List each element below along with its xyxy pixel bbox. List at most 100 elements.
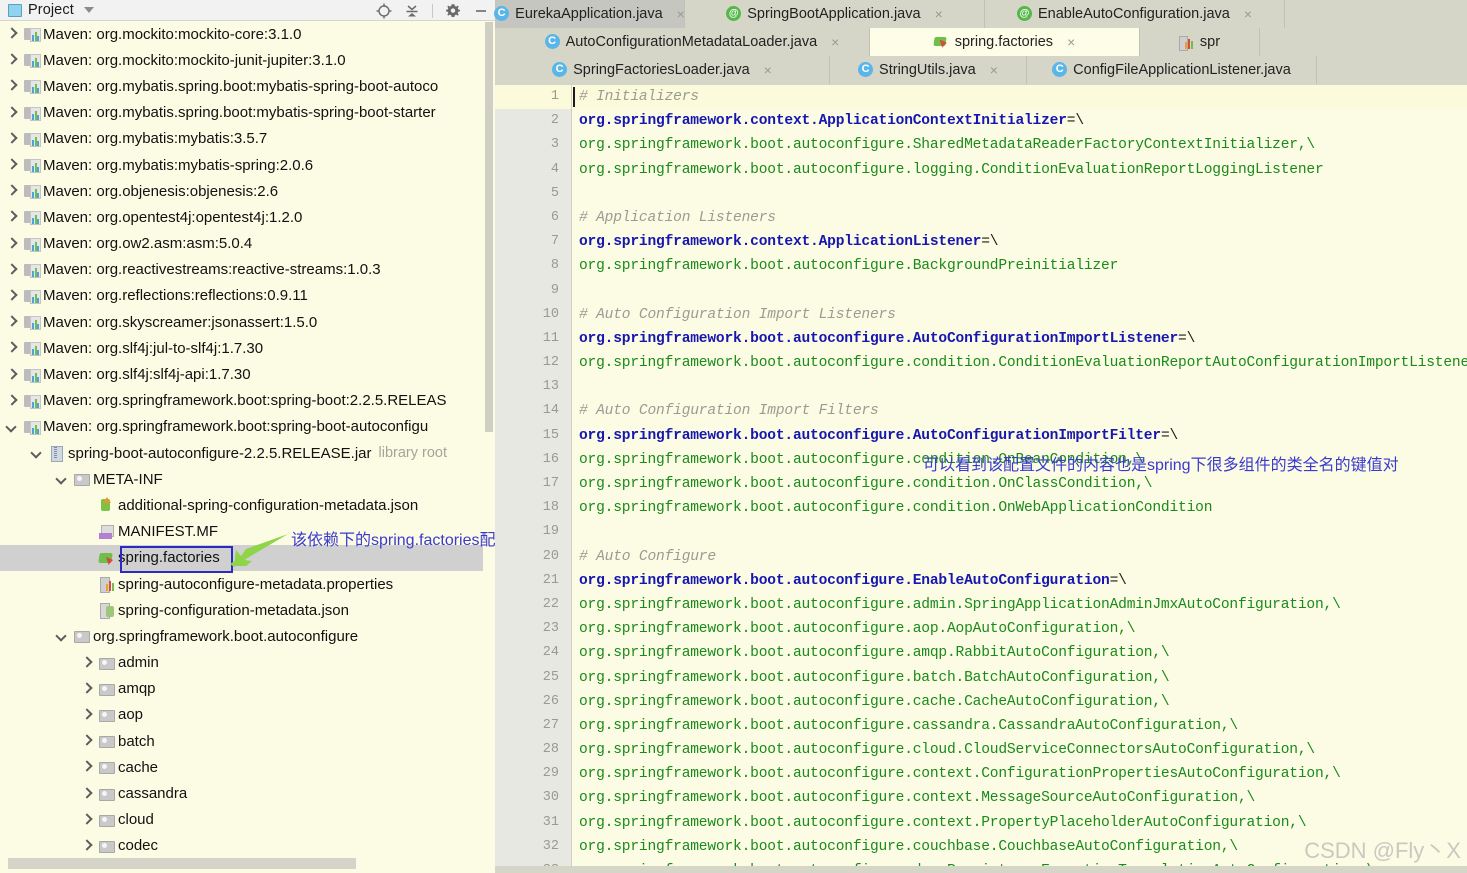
- code-line[interactable]: org.springframework.boot.autoconfigure.E…: [573, 569, 1467, 593]
- close-icon[interactable]: ×: [831, 34, 839, 50]
- tree-item[interactable]: Maven: org.slf4j:jul-to-slf4j:1.7.30: [0, 335, 483, 361]
- tree-item[interactable]: amqp: [0, 676, 483, 702]
- tree-item[interactable]: batch: [0, 728, 483, 754]
- tree-item[interactable]: Maven: org.mybatis:mybatis-spring:2.0.6: [0, 152, 483, 178]
- editor-tab[interactable]: ConfigFileApplicationListener.java: [1027, 56, 1317, 84]
- code-editor[interactable]: 1 2 3 4 5 6 7 8 9 10 11 12 13 14 15 16 17 18 19 20 21 22 23 24 2…: [495, 85, 1467, 873]
- tree-item[interactable]: additional-spring-configuration-metadata…: [0, 492, 483, 518]
- tree-item[interactable]: Maven: org.mybatis.spring.boot:mybatis-s…: [0, 100, 483, 126]
- tree-item[interactable]: Maven: org.ow2.asm:asm:5.0.4: [0, 231, 483, 257]
- code-line[interactable]: org.springframework.boot.autoconfigure.l…: [573, 158, 1467, 182]
- code-line[interactable]: org.springframework.boot.autoconfigure.c…: [573, 690, 1467, 714]
- close-icon[interactable]: ×: [1067, 34, 1075, 50]
- tree-item[interactable]: Maven: org.skyscreamer:jsonassert:1.5.0: [0, 309, 483, 335]
- code-line[interactable]: org.springframework.boot.autoconfigure.a…: [573, 593, 1467, 617]
- tree-item[interactable]: Maven: org.mybatis:mybatis:3.5.7: [0, 126, 483, 152]
- tree-item[interactable]: org.springframework.boot.autoconfigure: [0, 623, 483, 649]
- code-line-blank[interactable]: [573, 182, 1467, 206]
- code-line[interactable]: # Auto Configuration Import Filters: [573, 399, 1467, 423]
- chevron-right-icon[interactable]: [6, 369, 18, 381]
- code-line[interactable]: org.springframework.boot.autoconfigure.c…: [573, 738, 1467, 762]
- close-icon[interactable]: ×: [764, 62, 772, 78]
- chevron-right-icon[interactable]: [81, 657, 93, 669]
- code-line[interactable]: # Initializers: [573, 85, 1467, 110]
- tree-item[interactable]: Maven: org.opentest4j:opentest4j:1.2.0: [0, 204, 483, 230]
- editor-tab[interactable]: SpringBootApplication.java ×: [685, 0, 985, 28]
- tree-item[interactable]: aop: [0, 702, 483, 728]
- close-icon[interactable]: ×: [935, 6, 943, 22]
- code-line[interactable]: # Auto Configure: [573, 545, 1467, 569]
- code-line[interactable]: org.springframework.boot.autoconfigure.S…: [573, 133, 1467, 157]
- chevron-right-icon[interactable]: [6, 342, 18, 354]
- tree-item[interactable]: Maven: org.slf4j:slf4j-api:1.7.30: [0, 361, 483, 387]
- chevron-right-icon[interactable]: [81, 683, 93, 695]
- close-icon[interactable]: ×: [990, 62, 998, 78]
- tree-item[interactable]: codec: [0, 833, 483, 859]
- chevron-right-icon[interactable]: [81, 709, 93, 721]
- locate-target-icon[interactable]: [376, 3, 392, 19]
- code-line[interactable]: org.springframework.boot.autoconfigure.c…: [573, 714, 1467, 738]
- chevron-right-icon[interactable]: [6, 185, 18, 197]
- editor-tab[interactable]: spring.factories ×: [870, 28, 1140, 56]
- code-line-blank[interactable]: [573, 279, 1467, 303]
- tree-item[interactable]: META-INF: [0, 466, 483, 492]
- project-title-group[interactable]: Project: [0, 2, 94, 18]
- chevron-right-icon[interactable]: [81, 788, 93, 800]
- chevron-right-icon[interactable]: [6, 316, 18, 328]
- code-line[interactable]: org.springframework.boot.autoconfigure.B…: [573, 254, 1467, 278]
- code-line[interactable]: org.springframework.boot.autoconfigure.a…: [573, 617, 1467, 641]
- code-line[interactable]: org.springframework.boot.autoconfigure.c…: [573, 472, 1467, 496]
- tree-item[interactable]: Maven: org.mockito:mockito-core:3.1.0: [0, 21, 483, 47]
- chevron-right-icon[interactable]: [6, 54, 18, 66]
- tree-item[interactable]: cache: [0, 754, 483, 780]
- tree-item[interactable]: Maven: org.reactivestreams:reactive-stre…: [0, 257, 483, 283]
- tree-item[interactable]: Maven: org.reflections:reflections:0.9.1…: [0, 283, 483, 309]
- chevron-down-icon[interactable]: [6, 421, 18, 433]
- editor-tab[interactable]: spr: [1140, 28, 1260, 56]
- chevron-right-icon[interactable]: [6, 211, 18, 223]
- editor-tab[interactable]: AutoConfigurationMetadataLoader.java ×: [515, 28, 870, 56]
- chevron-right-icon[interactable]: [6, 28, 18, 40]
- code-line[interactable]: org.springframework.boot.autoconfigure.c…: [573, 786, 1467, 810]
- tree-item[interactable]: Maven: org.objenesis:objenesis:2.6: [0, 178, 483, 204]
- editor-tab[interactable]: StringUtils.java ×: [830, 56, 1027, 84]
- chevron-right-icon[interactable]: [6, 80, 18, 92]
- chevron-right-icon[interactable]: [6, 395, 18, 407]
- chevron-down-icon[interactable]: [31, 447, 43, 459]
- chevron-right-icon[interactable]: [6, 159, 18, 171]
- chevron-right-icon[interactable]: [6, 133, 18, 145]
- code-line[interactable]: org.springframework.boot.autoconfigure.b…: [573, 666, 1467, 690]
- tree-item[interactable]: spring-configuration-metadata.json: [0, 597, 483, 623]
- code-line[interactable]: org.springframework.boot.autoconfigure.c…: [573, 351, 1467, 375]
- tree-item[interactable]: cloud: [0, 807, 483, 833]
- tree-item[interactable]: cassandra: [0, 780, 483, 806]
- chevron-right-icon[interactable]: [6, 238, 18, 250]
- chevron-right-icon[interactable]: [6, 264, 18, 276]
- chevron-right-icon[interactable]: [81, 735, 93, 747]
- code-content[interactable]: # Initializers org.springframework.contex…: [573, 85, 1467, 873]
- chevron-down-icon[interactable]: [56, 630, 68, 642]
- tree-item[interactable]: Maven: org.mybatis.spring.boot:mybatis-s…: [0, 73, 483, 99]
- code-line[interactable]: org.springframework.boot.autoconfigure.A…: [573, 424, 1467, 448]
- chevron-down-icon[interactable]: [83, 7, 94, 13]
- tree-item[interactable]: Maven: org.mockito:mockito-junit-jupiter…: [0, 47, 483, 73]
- editor-tab[interactable]: EurekaApplication.java ×: [494, 0, 685, 28]
- code-line-blank[interactable]: [573, 520, 1467, 544]
- project-tree-horizontal-scrollbar-thumb[interactable]: [8, 858, 356, 869]
- editor-tab[interactable]: EnableAutoConfiguration.java ×: [985, 0, 1285, 28]
- chevron-down-icon[interactable]: [56, 473, 68, 485]
- code-line[interactable]: org.springframework.boot.autoconfigure.a…: [573, 641, 1467, 665]
- code-line[interactable]: org.springframework.boot.autoconfigure.c…: [573, 811, 1467, 835]
- collapse-all-icon[interactable]: [404, 3, 420, 19]
- chevron-right-icon[interactable]: [6, 290, 18, 302]
- close-icon[interactable]: ×: [1244, 6, 1252, 22]
- code-line[interactable]: # Auto Configuration Import Listeners: [573, 303, 1467, 327]
- code-line[interactable]: org.springframework.boot.autoconfigure.c…: [573, 496, 1467, 520]
- tree-item[interactable]: spring-boot-autoconfigure-2.2.5.RELEASE.…: [0, 440, 483, 466]
- tree-item[interactable]: Maven: org.springframework.boot:spring-b…: [0, 414, 483, 440]
- code-line[interactable]: org.springframework.context.ApplicationC…: [573, 109, 1467, 133]
- tree-item[interactable]: Maven: org.springframework.boot:spring-b…: [0, 388, 483, 414]
- chevron-right-icon[interactable]: [81, 814, 93, 826]
- chevron-right-icon[interactable]: [81, 840, 93, 852]
- close-icon[interactable]: ×: [677, 6, 685, 22]
